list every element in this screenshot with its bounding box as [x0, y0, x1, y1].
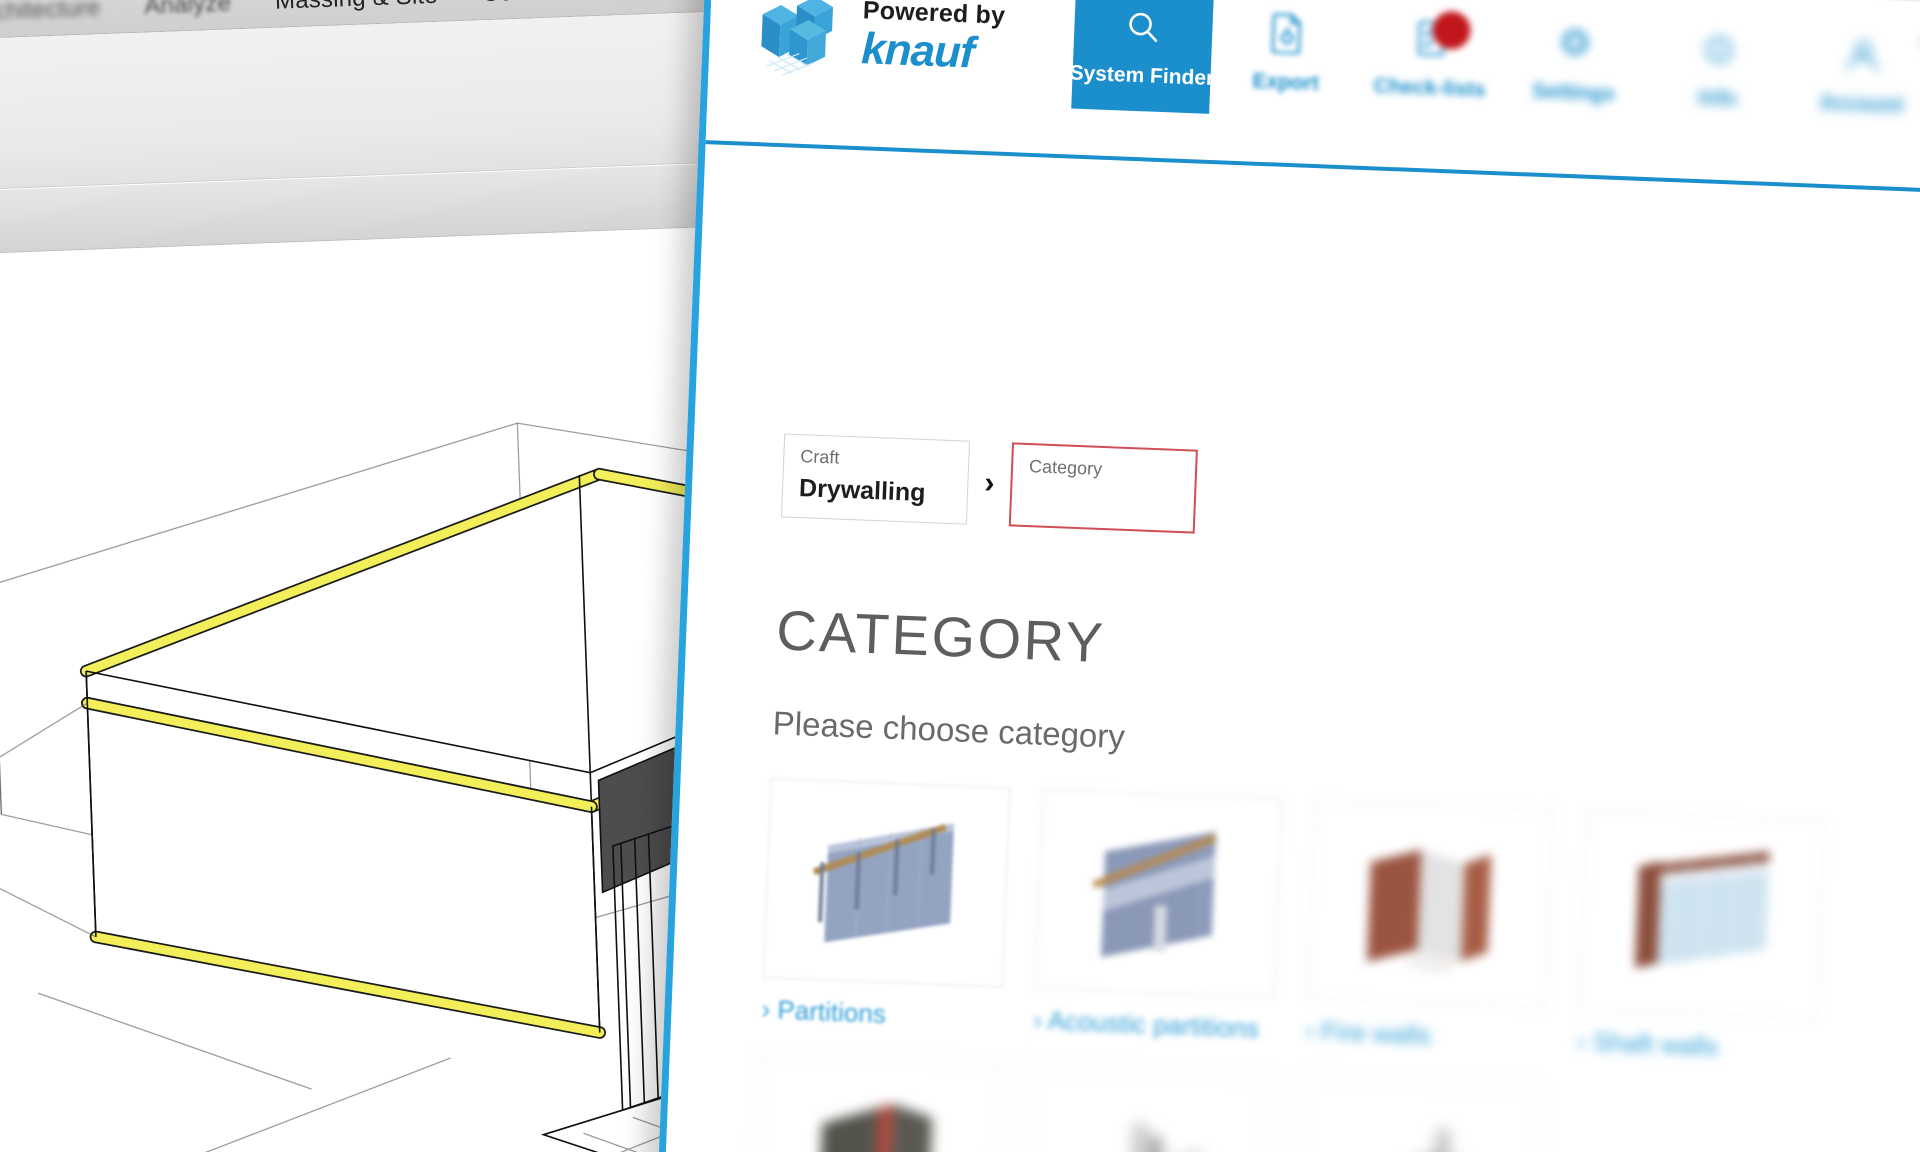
- link-chevron-icon: ›: [1304, 1015, 1315, 1046]
- link-chevron-icon: ›: [1032, 1004, 1043, 1036]
- info-icon: [1698, 29, 1740, 76]
- category-card-acoustic-partitions[interactable]: › Acoustic partitions: [1032, 788, 1283, 1045]
- category-label-shaft-walls: › Shaft walls: [1576, 1026, 1720, 1062]
- category-card-dry-floors[interactable]: › Dry floors: [1022, 1063, 1272, 1152]
- category-label-fire-walls: › Fire walls: [1304, 1015, 1432, 1051]
- partition-wall-thumb: [762, 778, 1011, 988]
- ribbon-tab-analyze[interactable]: Analyze: [122, 0, 254, 21]
- dry-floor-thumb: [1023, 1063, 1272, 1152]
- category-label-acoustic-partitions: › Acoustic partitions: [1032, 1004, 1260, 1044]
- ribbon-tab-collaborate[interactable]: Collaborate: [459, 0, 629, 8]
- category-grid: › Partitions › Acoustic partitions › Fir…: [750, 778, 1920, 1152]
- toolbar-item-check-lists[interactable]: Check-lists: [1359, 0, 1502, 125]
- toolbar-item-system-finder[interactable]: System Finder: [1069, 0, 1215, 114]
- category-card-partitions[interactable]: › Partitions: [761, 778, 1011, 1034]
- wall-lining-thumb: [752, 1052, 1000, 1152]
- toolbar-label-check-lists: Check-lists: [1373, 73, 1487, 102]
- toolbar-label-settings: Settings: [1531, 79, 1616, 106]
- breadcrumb-separator-icon: ›: [983, 466, 996, 500]
- ceiling-thumb: [1295, 1074, 1544, 1152]
- category-card-wall-linings[interactable]: › Wall linings: [750, 1052, 1000, 1152]
- ribbon-tab-architecture[interactable]: Architecture: [0, 0, 123, 27]
- breadcrumb-category-value: [1028, 484, 1178, 490]
- breadcrumb-craft-kicker: Craft: [799, 446, 840, 468]
- addin-header: Powered by knauf System Finder Export Ch…: [705, 0, 1920, 197]
- fire-wall-thumb: [1306, 799, 1555, 1009]
- toolbar-label-system-finder: System Finder: [1069, 60, 1215, 90]
- toolbar-label-info: Info: [1697, 85, 1738, 111]
- toolbar-item-export[interactable]: Export: [1215, 0, 1358, 120]
- addin-body: Craft Drywalling › Category CATEGORY Ple…: [655, 429, 1920, 1152]
- gear-icon: [1555, 23, 1597, 70]
- screenshot-root: Architecture Analyze Massing & Site Coll…: [0, 0, 1920, 1152]
- export-file-icon: [1268, 11, 1308, 59]
- breadcrumb-craft-value: Drywalling: [798, 473, 926, 507]
- knauf-cube-logo-icon: [752, 0, 848, 80]
- ribbon-tab-massing-site[interactable]: Massing & Site: [252, 0, 460, 16]
- breadcrumb-step-craft[interactable]: Craft Drywalling: [780, 433, 971, 525]
- addin-toolbar: System Finder Export Check-lists Setting…: [1069, 0, 1920, 142]
- toolbar-item-info[interactable]: Info: [1647, 3, 1790, 136]
- search-icon: [1123, 6, 1165, 53]
- category-card-shaft-walls[interactable]: › Shaft walls: [1576, 810, 1826, 1066]
- category-label-partitions: › Partitions: [761, 994, 887, 1029]
- knauf-brand-lockup: Powered by knauf: [752, 0, 1006, 86]
- toolbar-label-export: Export: [1252, 69, 1320, 95]
- acoustic-wall-thumb: [1034, 788, 1283, 999]
- knauf-addin-window: Powered by knauf System Finder Export Ch…: [655, 0, 1920, 1152]
- link-chevron-icon: ›: [761, 994, 771, 1025]
- page-title: CATEGORY: [775, 598, 1107, 675]
- toolbar-label-account: Account: [1818, 90, 1904, 117]
- shaft-wall-thumb: [1578, 810, 1826, 1020]
- knauf-wordmark: knauf: [860, 23, 975, 78]
- breadcrumb: Craft Drywalling › Category: [780, 433, 1920, 565]
- account-icon: [1842, 34, 1884, 81]
- toolbar-item-settings[interactable]: Settings: [1503, 0, 1646, 131]
- toolbar-item-account[interactable]: Account: [1791, 9, 1920, 142]
- breadcrumb-step-category[interactable]: Category: [1008, 442, 1198, 534]
- category-card-ceilings[interactable]: › Ceilings: [1294, 1074, 1544, 1152]
- powered-by-label: Powered by: [862, 0, 1006, 30]
- notification-badge: [1432, 10, 1472, 51]
- category-card-fire-walls[interactable]: › Fire walls: [1304, 799, 1555, 1056]
- breadcrumb-category-kicker: Category: [1028, 456, 1103, 479]
- page-subtitle: Please choose category: [772, 704, 1126, 756]
- link-chevron-icon: ›: [1576, 1026, 1587, 1057]
